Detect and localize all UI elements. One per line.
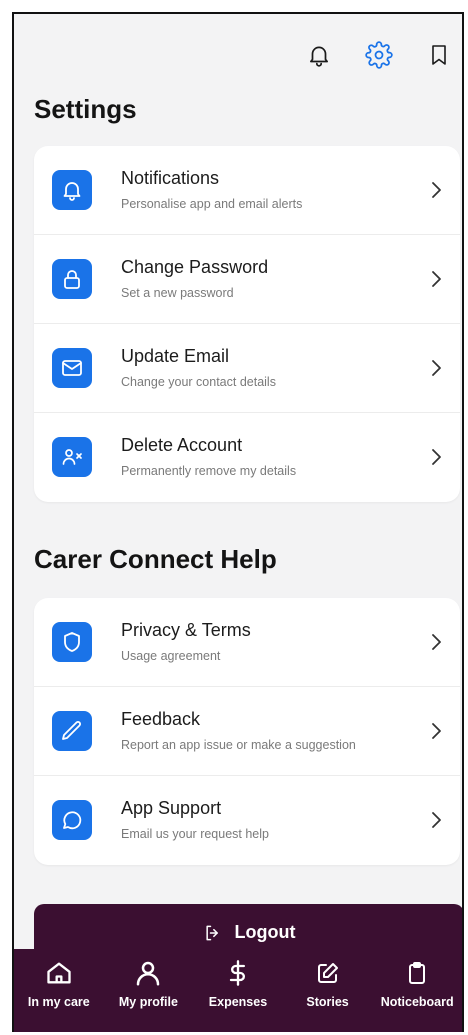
row-subtitle: Permanently remove my details — [121, 464, 297, 478]
nav-item-stories[interactable]: Stories — [284, 957, 372, 1009]
gear-icon[interactable] — [364, 40, 394, 70]
row-title: App Support — [121, 798, 222, 818]
settings-row-notifications[interactable]: Notifications Personalise app and email … — [34, 146, 460, 235]
nav-label: Stories — [306, 995, 349, 1009]
logout-label: Logout — [234, 922, 296, 942]
edit-icon — [312, 957, 344, 989]
chevron-right-icon — [432, 360, 441, 376]
nav-label: My profile — [118, 995, 178, 1009]
row-subtitle: Report an app issue or make a suggestion — [121, 738, 356, 752]
nav-item-noticeboard[interactable]: Noticeboard — [373, 957, 461, 1009]
settings-row-change-password[interactable]: Change Password Set a new password — [34, 235, 460, 324]
nav-label: Expenses — [208, 995, 268, 1009]
bottom-nav: In my care My profile Expenses Stories N… — [14, 949, 462, 1032]
top-bar — [304, 40, 454, 70]
row-title: Delete Account — [121, 435, 243, 455]
clipboard-icon — [401, 957, 433, 989]
chevron-right-icon — [432, 182, 441, 198]
chevron-right-icon — [432, 449, 441, 465]
row-subtitle: Usage agreement — [121, 649, 221, 663]
bell-icon — [52, 170, 92, 210]
nav-item-expenses[interactable]: Expenses — [194, 957, 282, 1009]
help-card: Privacy & Terms Usage agreement Feedback… — [34, 598, 460, 865]
chat-bubble-icon — [52, 800, 92, 840]
bookmark-icon[interactable] — [424, 40, 454, 70]
chevron-right-icon — [432, 634, 441, 650]
row-title: Notifications — [121, 168, 220, 188]
settings-card: Notifications Personalise app and email … — [34, 146, 460, 502]
envelope-icon — [52, 348, 92, 388]
help-heading: Carer Connect Help — [34, 544, 277, 574]
settings-row-delete-account[interactable]: Delete Account Permanently remove my det… — [34, 413, 460, 502]
row-title: Change Password — [121, 257, 269, 277]
shield-icon — [52, 622, 92, 662]
nav-item-in-my-care[interactable]: In my care — [15, 957, 103, 1009]
chevron-right-icon — [432, 723, 441, 739]
logout-icon — [205, 925, 218, 940]
nav-label: In my care — [27, 995, 90, 1009]
help-row-app-support[interactable]: App Support Email us your request help — [34, 776, 460, 865]
chevron-right-icon — [432, 271, 441, 287]
settings-row-update-email[interactable]: Update Email Change your contact details — [34, 324, 460, 413]
row-title: Feedback — [121, 709, 201, 729]
bell-icon[interactable] — [304, 40, 334, 70]
row-title: Update Email — [121, 346, 230, 366]
nav-label: Noticeboard — [380, 995, 454, 1009]
home-icon — [43, 957, 75, 989]
person-icon — [132, 957, 164, 989]
nav-item-my-profile[interactable]: My profile — [104, 957, 192, 1009]
row-subtitle: Set a new password — [121, 286, 234, 300]
help-row-privacy-terms[interactable]: Privacy & Terms Usage agreement — [34, 598, 460, 687]
row-subtitle: Personalise app and email alerts — [121, 197, 303, 211]
user-remove-icon — [52, 437, 92, 477]
help-row-feedback[interactable]: Feedback Report an app issue or make a s… — [34, 687, 460, 776]
settings-heading: Settings — [34, 94, 137, 124]
dollar-icon — [222, 957, 254, 989]
settings-screen: Settings Notifications Personalise app a… — [12, 12, 464, 1032]
row-title: Privacy & Terms — [121, 620, 251, 640]
row-subtitle: Email us your request help — [121, 827, 269, 841]
pencil-icon — [52, 711, 92, 751]
chevron-right-icon — [432, 812, 441, 828]
row-subtitle: Change your contact details — [121, 375, 276, 389]
lock-icon — [52, 259, 92, 299]
